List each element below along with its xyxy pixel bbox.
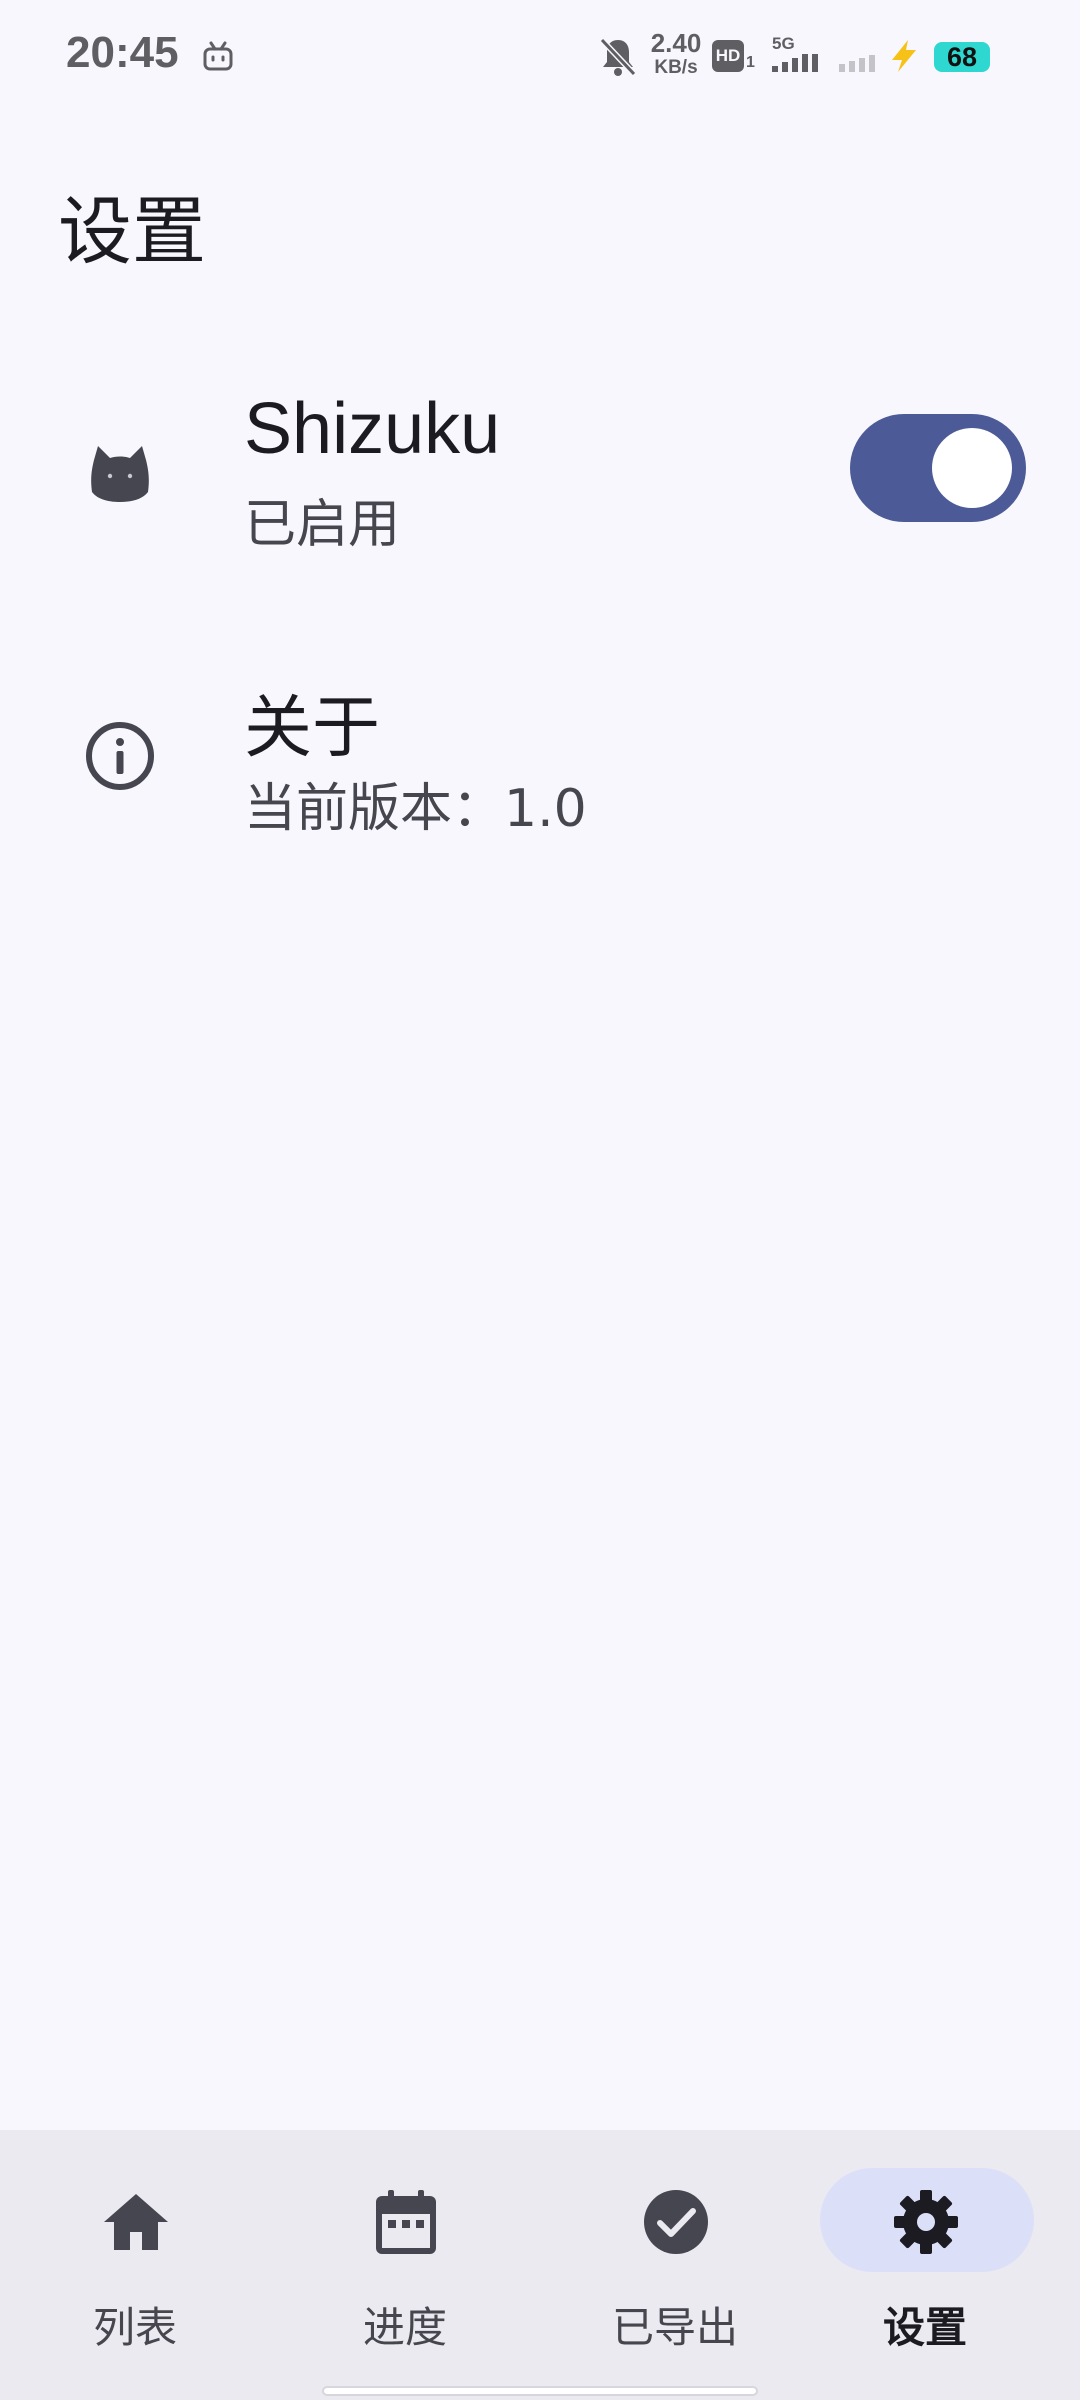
bottom-navigation: 列表 进度 已导出 设置 [0,2130,1080,2400]
home-icon [104,2194,168,2250]
shizuku-toggle[interactable] [850,414,1026,522]
nav-item-exported[interactable]: 已导出 [540,2130,810,2370]
status-bar: 20:45 2.40 KB/s HD 1 5G 68 [0,0,1080,120]
hd-sub: 1 [746,54,755,71]
gesture-bar[interactable] [322,2386,758,2396]
check-circle-icon [644,2190,708,2254]
network-speed-unit: KB/s [654,57,698,78]
about-title: 关于 [244,689,381,768]
signal-5g-icon: 5G [770,34,822,74]
shizuku-status: 已启用 [244,495,401,555]
settings-row-shizuku[interactable]: Shizuku 已启用 [0,348,1080,588]
bilibili-tv-icon [203,41,233,71]
nav-label-list: 列表 [92,2303,177,2352]
page-title: 设置 [58,189,206,275]
network-speed: 2.40 KB/s [646,30,706,90]
calendar-icon [376,2190,436,2254]
network-speed-value: 2.40 [650,28,702,58]
battery-icon: 68 [934,42,990,72]
signal-bars-icon [772,54,818,72]
battery-level: 68 [946,42,978,72]
nav-item-list[interactable]: 列表 [0,2130,270,2370]
hd-icon: HD 1 [712,40,755,74]
nav-label-progress: 进度 [362,2303,447,2352]
info-icon [86,722,154,790]
nav-item-settings[interactable]: 设置 [790,2130,1060,2370]
cat-icon [91,446,149,502]
nav-item-progress[interactable]: 进度 [270,2130,540,2370]
nav-label-settings: 设置 [882,2303,967,2352]
version-text: 当前版本：1.0 [244,779,587,839]
shizuku-title: Shizuku [244,389,501,469]
hd-badge: HD [712,40,744,72]
status-time: 20:45 [66,28,179,77]
bell-off-icon [599,37,637,77]
settings-row-about[interactable]: 关于 当前版本：1.0 [0,636,1080,876]
toggle-thumb [932,428,1012,508]
signal-weak-icon [839,55,875,72]
gear-icon [894,2190,958,2254]
network-type-label: 5G [772,34,795,53]
charging-bolt-icon [892,40,916,72]
nav-label-exported: 已导出 [611,2303,738,2352]
